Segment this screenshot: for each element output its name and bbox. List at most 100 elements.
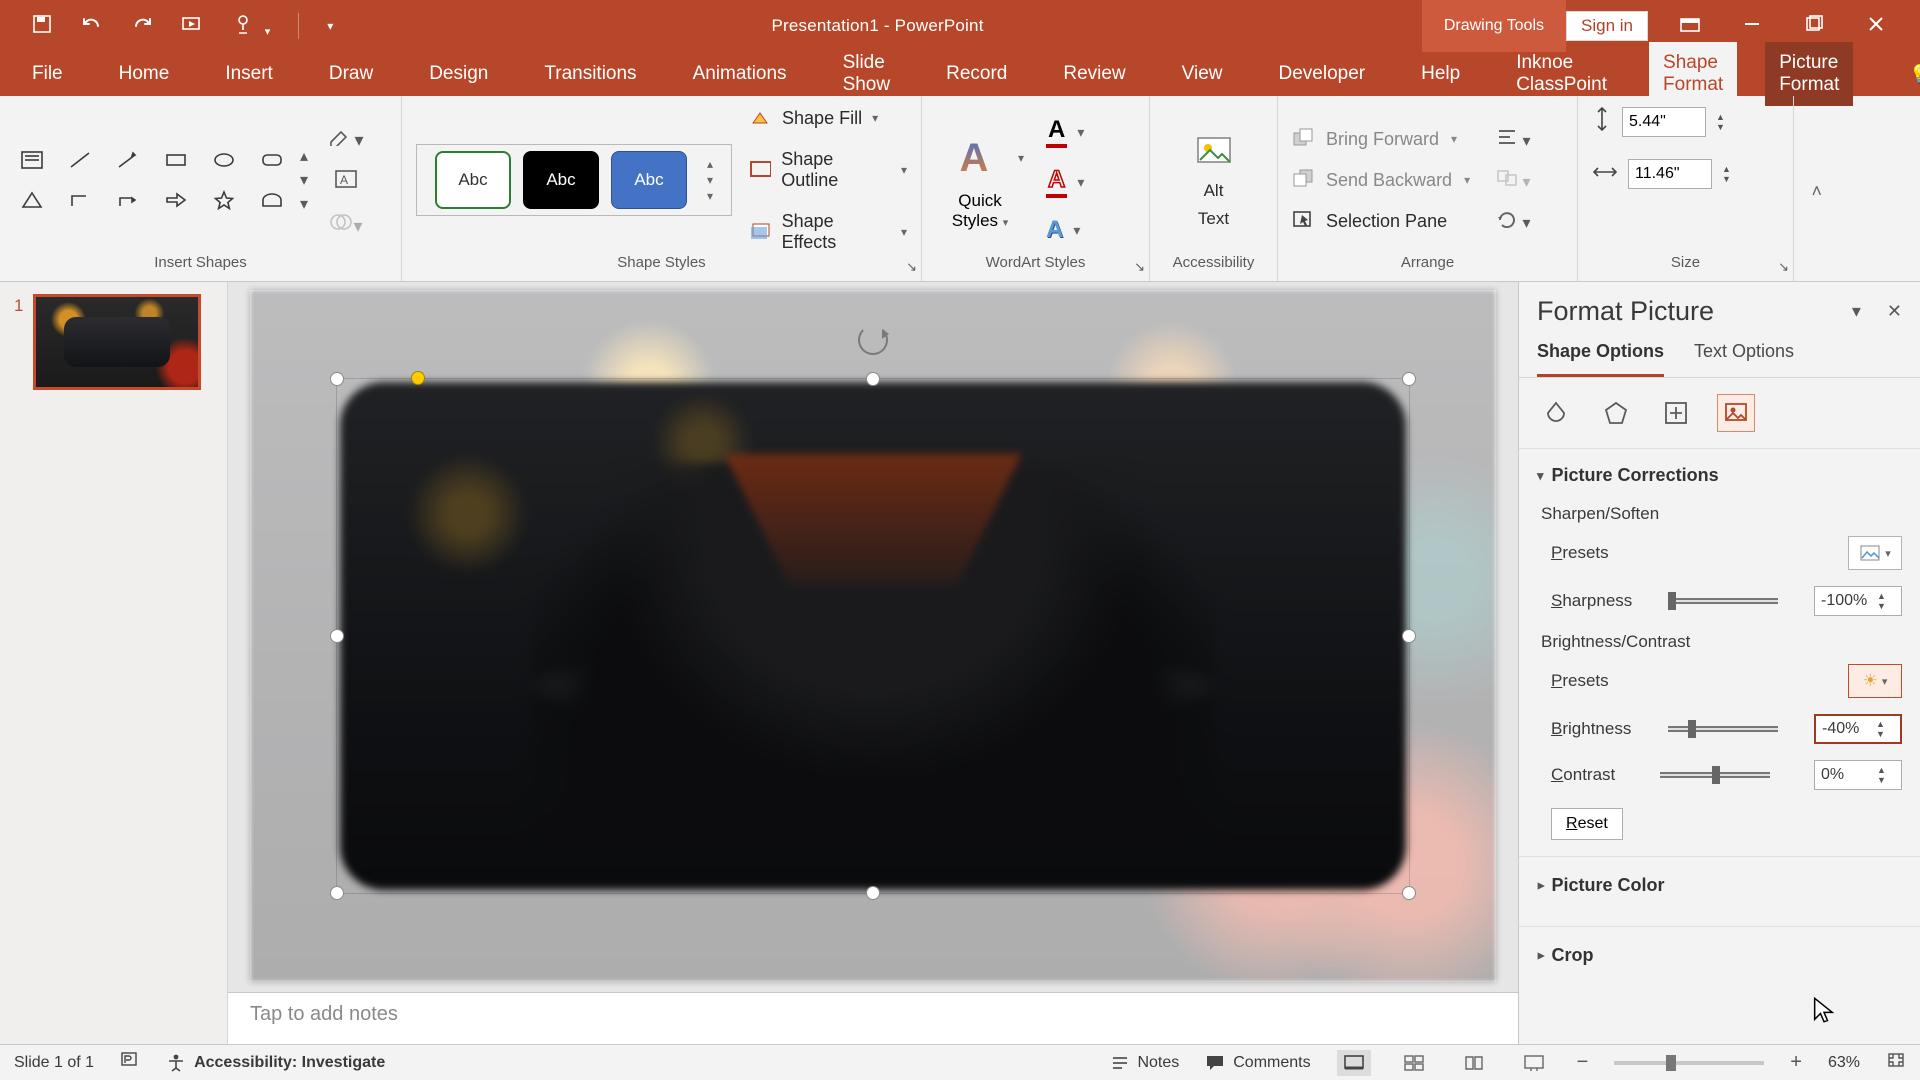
reset-button[interactable]: Reset xyxy=(1551,808,1623,840)
alt-text-button[interactable]: Alt Text xyxy=(1172,131,1256,229)
wordart-quick-styles[interactable]: A xyxy=(936,129,1012,187)
notes-placeholder[interactable]: Tap to add notes xyxy=(228,992,1518,1044)
width-spin-down[interactable]: ▼ xyxy=(1722,174,1740,184)
brightness-spin-up[interactable]: ▲ xyxy=(1876,719,1894,729)
shape-style-scroll-up-icon[interactable]: ▴ xyxy=(707,157,713,171)
pane-category-picture-icon[interactable] xyxy=(1717,394,1755,432)
tell-me-bulb-icon[interactable]: 💡 xyxy=(1909,64,1920,85)
shape-rectangle-icon[interactable] xyxy=(158,143,194,177)
shapes-gallery[interactable] xyxy=(14,143,300,217)
slide[interactable] xyxy=(250,290,1496,982)
view-slideshow-icon[interactable] xyxy=(1517,1050,1551,1076)
tab-animations[interactable]: Animations xyxy=(679,53,801,95)
text-effects-menu[interactable]: A▾ xyxy=(1046,216,1084,244)
tab-help[interactable]: Help xyxy=(1407,53,1474,95)
send-backward-button[interactable]: Send Backward ▾ xyxy=(1292,168,1470,193)
view-reading-icon[interactable] xyxy=(1457,1050,1491,1076)
section-picture-color[interactable]: ▾ Picture Color xyxy=(1537,861,1902,910)
pane-category-fill-line-icon[interactable] xyxy=(1537,394,1575,432)
zoom-percent[interactable]: 63% xyxy=(1828,1054,1860,1072)
tab-draw[interactable]: Draw xyxy=(315,53,387,95)
zoom-in-icon[interactable]: + xyxy=(1790,1051,1802,1074)
shape-outline-menu[interactable]: Shape Outline ▾ xyxy=(750,149,907,191)
shape-star-icon[interactable] xyxy=(206,183,242,217)
collapse-ribbon-icon[interactable]: ˄ xyxy=(1811,181,1822,202)
pane-tab-text-options[interactable]: Text Options xyxy=(1694,341,1794,377)
slide-thumbnail-1[interactable] xyxy=(33,294,201,390)
shape-connector-elbow-icon[interactable] xyxy=(62,183,98,217)
status-accessibility[interactable]: Accessibility: Investigate xyxy=(166,1053,385,1073)
tab-design[interactable]: Design xyxy=(415,53,502,95)
minimize-icon[interactable] xyxy=(1732,15,1772,38)
shape-triangle-icon[interactable] xyxy=(14,183,50,217)
view-sorter-icon[interactable] xyxy=(1397,1050,1431,1076)
pane-close-icon[interactable]: ✕ xyxy=(1887,301,1902,322)
pane-category-effects-icon[interactable] xyxy=(1597,394,1635,432)
shape-flowchart-icon[interactable] xyxy=(254,183,290,217)
shape-textbox-icon[interactable] xyxy=(14,143,50,177)
edit-shape-icon[interactable]: ▾ xyxy=(328,124,363,151)
status-spellcheck-icon[interactable] xyxy=(120,1051,140,1074)
draw-textbox-icon[interactable]: A xyxy=(334,169,358,194)
section-picture-corrections[interactable]: ▾ Picture Corrections xyxy=(1537,453,1902,496)
text-fill-menu[interactable]: A▾ xyxy=(1046,116,1084,148)
height-spin-down[interactable]: ▼ xyxy=(1716,122,1734,132)
pane-category-size-properties-icon[interactable] xyxy=(1657,394,1695,432)
selection-pane-button[interactable]: Selection Pane xyxy=(1292,209,1470,234)
shape-oval-icon[interactable] xyxy=(206,143,242,177)
view-normal-icon[interactable] xyxy=(1337,1050,1371,1076)
start-from-beginning-icon[interactable] xyxy=(182,14,206,39)
shape-effects-menu[interactable]: Shape Effects ▾ xyxy=(750,211,907,253)
tab-view[interactable]: View xyxy=(1168,53,1237,95)
shape-style-preset-2[interactable]: Abc xyxy=(523,151,599,209)
section-crop[interactable]: ▾ Crop xyxy=(1537,931,1902,980)
sharpness-input[interactable]: -100% ▲▼ xyxy=(1814,586,1902,616)
group-menu-icon[interactable]: ▾ xyxy=(1496,169,1530,192)
pane-options-dropdown-icon[interactable]: ▾ xyxy=(1852,301,1861,322)
brightness-spin-down[interactable]: ▼ xyxy=(1876,729,1894,739)
brightness-slider[interactable] xyxy=(1668,726,1778,732)
zoom-slider[interactable] xyxy=(1614,1061,1764,1065)
size-dialog-launcher-icon[interactable]: ↘ xyxy=(1778,259,1789,275)
pane-tab-shape-options[interactable]: Shape Options xyxy=(1537,341,1664,377)
tab-home[interactable]: Home xyxy=(105,53,184,95)
contrast-slider[interactable] xyxy=(1660,772,1770,778)
tab-insert[interactable]: Insert xyxy=(211,53,287,95)
text-outline-menu[interactable]: A▾ xyxy=(1046,166,1084,198)
shape-fill-menu[interactable]: Shape Fill ▾ xyxy=(750,108,907,129)
align-menu-icon[interactable]: ▾ xyxy=(1496,128,1530,151)
shapes-scroll-down-icon[interactable]: ▾ xyxy=(300,170,324,190)
undo-icon[interactable] xyxy=(80,14,104,39)
brightness-presets-dropdown[interactable]: ☀▾ xyxy=(1848,664,1902,698)
sharpness-spin-up[interactable]: ▲ xyxy=(1877,591,1895,601)
wordart-styles-dialog-launcher-icon[interactable]: ↘ xyxy=(1134,259,1145,275)
touch-mouse-mode-icon[interactable]: ▾ xyxy=(234,13,270,40)
shape-style-gallery[interactable]: Abc Abc Abc ▴ ▾ ▾ xyxy=(416,144,732,216)
zoom-out-icon[interactable]: − xyxy=(1577,1051,1589,1074)
height-spin-up[interactable]: ▲ xyxy=(1716,112,1734,122)
contrast-spin-down[interactable]: ▼ xyxy=(1877,775,1895,785)
selected-picture-shape[interactable] xyxy=(340,382,1406,890)
shape-connector-elbow-arrow-icon[interactable] xyxy=(110,183,146,217)
close-icon[interactable] xyxy=(1856,15,1896,38)
contrast-spin-up[interactable]: ▲ xyxy=(1877,765,1895,775)
slide-canvas[interactable] xyxy=(228,282,1518,992)
bring-forward-button[interactable]: Bring Forward ▾ xyxy=(1292,127,1470,152)
shape-width-input[interactable]: 11.46" xyxy=(1628,159,1712,189)
width-spin-up[interactable]: ▲ xyxy=(1722,164,1740,174)
status-comments-toggle[interactable]: Comments xyxy=(1205,1054,1310,1072)
maximize-icon[interactable] xyxy=(1794,15,1834,38)
fit-to-window-icon[interactable] xyxy=(1886,1051,1906,1074)
tab-file[interactable]: File xyxy=(18,53,77,95)
shapes-more-icon[interactable]: ▾ xyxy=(300,194,324,214)
sharpness-spin-down[interactable]: ▼ xyxy=(1877,601,1895,611)
shape-rounded-rect-icon[interactable] xyxy=(254,143,290,177)
save-icon[interactable] xyxy=(32,14,52,39)
shape-line-arrow-icon[interactable] xyxy=(110,143,146,177)
tab-developer[interactable]: Developer xyxy=(1265,53,1380,95)
contrast-input[interactable]: 0% ▲▼ xyxy=(1814,760,1902,790)
shape-style-more-icon[interactable]: ▾ xyxy=(707,189,713,203)
sharpness-slider[interactable] xyxy=(1668,598,1778,604)
status-notes-toggle[interactable]: Notes xyxy=(1111,1054,1179,1072)
shape-line-icon[interactable] xyxy=(62,143,98,177)
